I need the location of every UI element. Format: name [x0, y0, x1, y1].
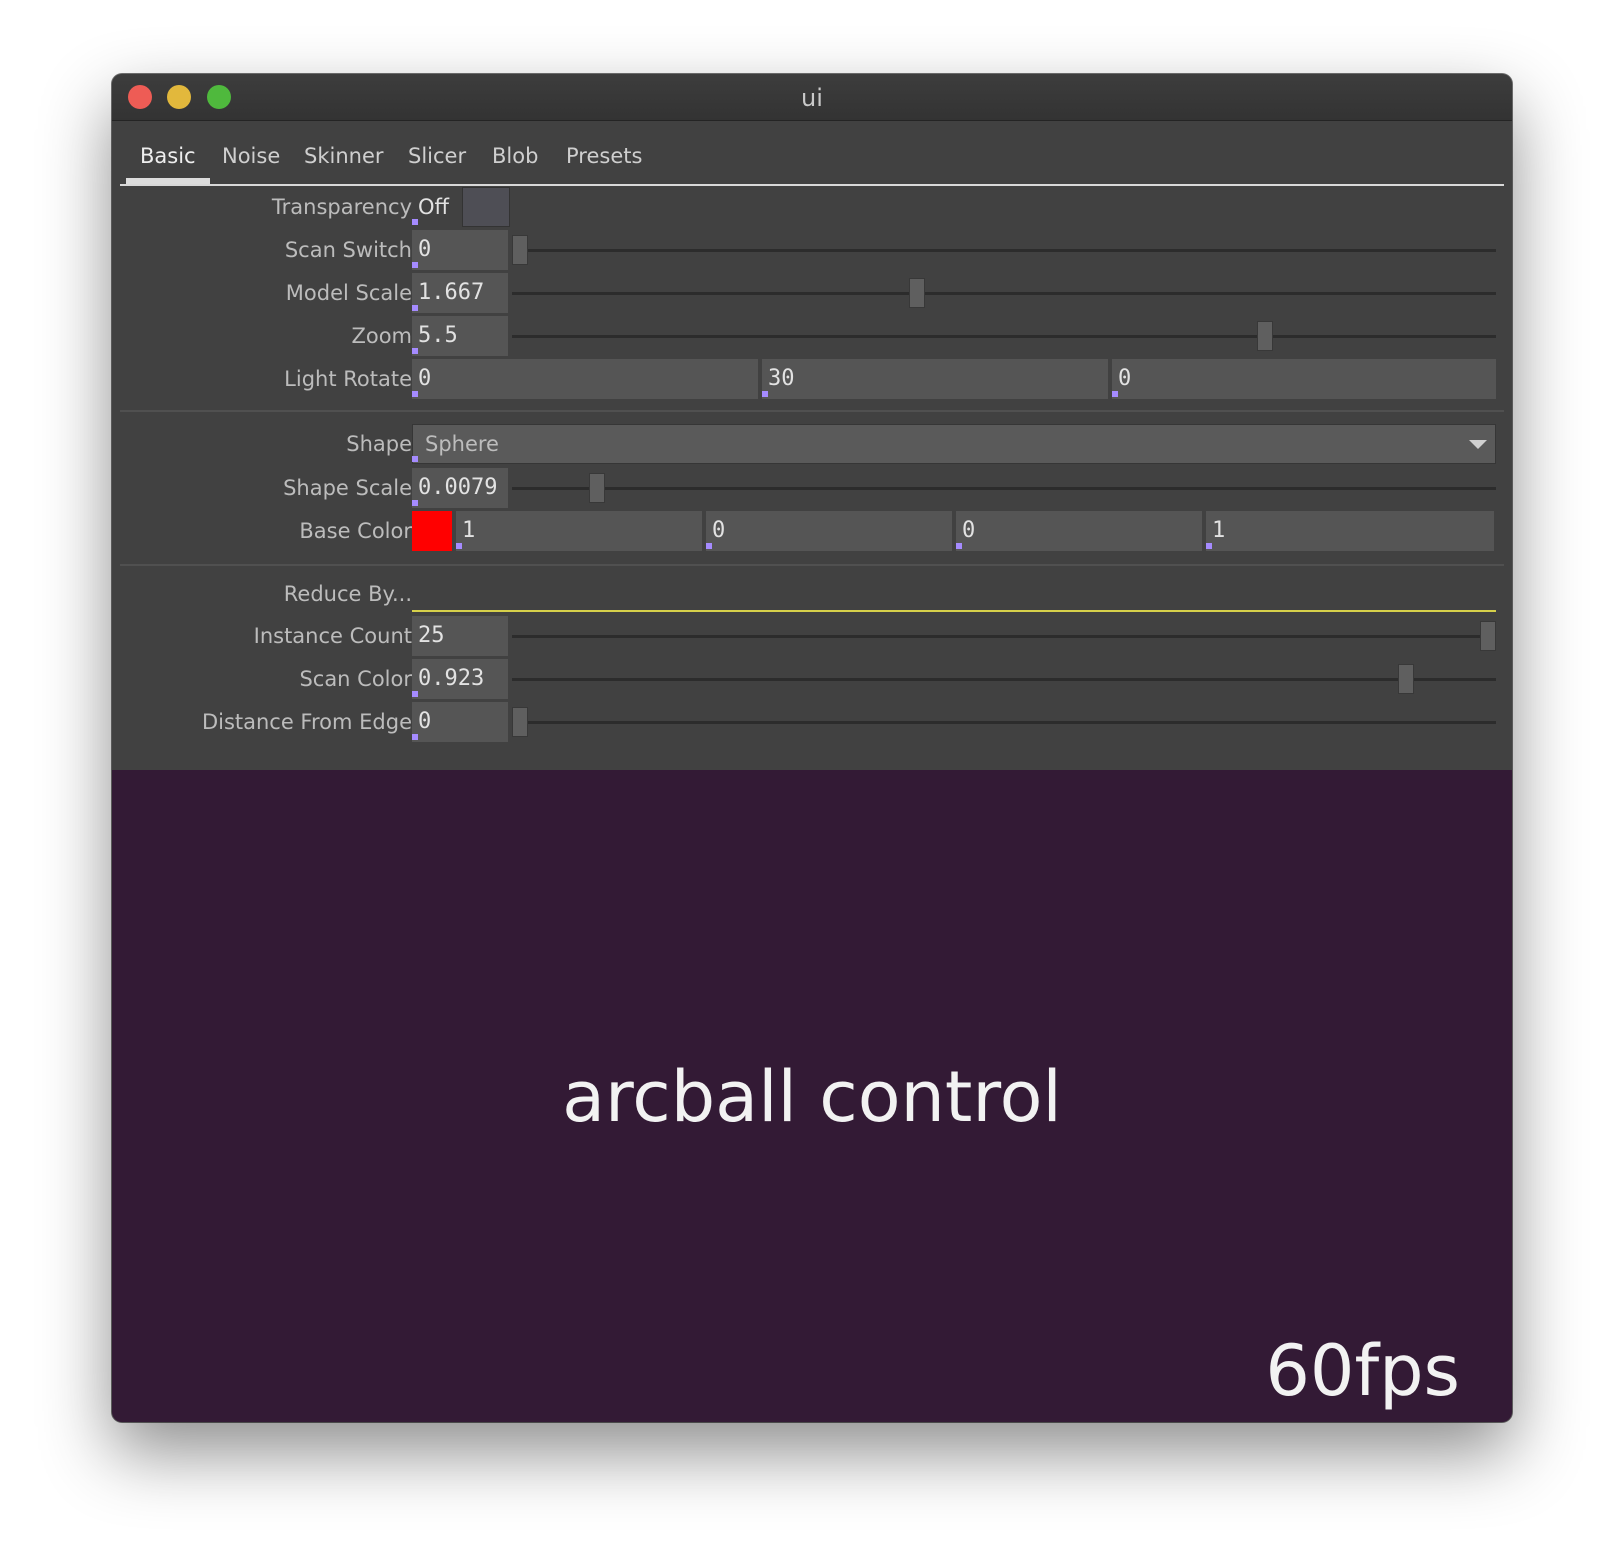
scan-color-label: Scan Color [299, 667, 412, 691]
shape-row: Shape Sphere [112, 424, 1512, 464]
render-viewport[interactable]: arcball control 60fps [112, 770, 1512, 1422]
scan-switch-row: Scan Switch 0 [112, 230, 1512, 270]
field-marker [412, 500, 418, 506]
light-rotate-z-field[interactable]: 0 [1112, 359, 1496, 399]
field-marker [1112, 391, 1118, 397]
scan-color-slider-thumb[interactable] [1397, 664, 1414, 694]
tab-bar: Basic Noise Skinner Slicer Blob Presets [120, 120, 1504, 186]
shape-scale-field[interactable]: 0.0079 [412, 468, 508, 508]
distance-from-edge-slider-thumb[interactable] [512, 707, 528, 737]
instance-count-label: Instance Count [253, 624, 412, 648]
scan-switch-field[interactable]: 0 [412, 230, 508, 270]
base-color-label: Base Color [299, 519, 412, 543]
title-bar[interactable]: ui [112, 74, 1512, 121]
field-marker [412, 219, 418, 225]
chevron-down-icon [1469, 440, 1487, 449]
shape-dropdown[interactable]: Sphere [412, 424, 1496, 464]
tab-noise[interactable]: Noise [208, 144, 294, 184]
zoom-label: Zoom [351, 324, 412, 348]
field-marker [412, 262, 418, 268]
model-scale-slider-thumb[interactable] [908, 278, 925, 308]
model-scale-row: Model Scale 1.667 [112, 273, 1512, 313]
field-marker [412, 691, 418, 697]
model-scale-slider-track[interactable] [512, 292, 1496, 295]
light-rotate-label: Light Rotate [284, 367, 412, 391]
model-scale-label: Model Scale [285, 281, 412, 305]
field-marker [412, 456, 418, 462]
fps-counter: 60fps [1265, 1330, 1460, 1412]
field-marker [412, 305, 418, 311]
section-divider [120, 410, 1504, 412]
zoom-field[interactable]: 5.5 [412, 316, 508, 356]
zoom-slider-thumb[interactable] [1257, 321, 1274, 351]
shape-scale-slider-thumb[interactable] [589, 473, 606, 503]
shape-scale-slider-track[interactable] [512, 487, 1496, 490]
field-marker [412, 348, 418, 354]
field-marker [456, 543, 462, 549]
distance-from-edge-label: Distance From Edge [201, 710, 412, 734]
base-color-row: Base Color 1 0 0 1 [112, 511, 1512, 551]
reduce-by-row: Reduce By... [112, 574, 1512, 614]
scan-switch-label: Scan Switch [284, 238, 412, 262]
instance-count-field[interactable]: 25 [412, 616, 508, 656]
scan-switch-slider-thumb[interactable] [512, 235, 528, 265]
zoom-row: Zoom 5.5 [112, 316, 1512, 356]
shape-scale-row: Shape Scale 0.0079 [112, 468, 1512, 508]
light-rotate-row: Light Rotate 0 30 0 [112, 359, 1512, 399]
base-color-swatch[interactable] [412, 511, 452, 551]
transparency-toggle-text[interactable]: Off [412, 187, 462, 227]
shape-dropdown-value: Sphere [425, 432, 499, 456]
field-marker [1206, 543, 1212, 549]
scan-color-field[interactable]: 0.923 [412, 659, 508, 699]
base-color-r-field[interactable]: 1 [456, 511, 702, 551]
zoom-slider-track[interactable] [512, 335, 1496, 338]
distance-from-edge-field[interactable]: 0 [412, 702, 508, 742]
tab-presets[interactable]: Presets [552, 144, 656, 184]
app-window: ui Basic Noise Skinner Slicer Blob Prese… [112, 74, 1512, 1422]
tab-skinner[interactable]: Skinner [290, 144, 398, 184]
light-rotate-y-field[interactable]: 30 [762, 359, 1108, 399]
tab-blob[interactable]: Blob [478, 144, 552, 184]
field-marker [706, 543, 712, 549]
base-color-g-field[interactable]: 0 [706, 511, 952, 551]
transparency-toggle[interactable] [462, 187, 510, 227]
transparency-row: Transparency Off [112, 187, 1512, 227]
distance-from-edge-slider-track[interactable] [512, 721, 1496, 724]
viewport-caption: arcball control [562, 1056, 1062, 1138]
model-scale-field[interactable]: 1.667 [412, 273, 508, 313]
window-title: ui [801, 84, 823, 112]
instance-count-slider-thumb[interactable] [1480, 621, 1496, 651]
field-marker [412, 734, 418, 740]
field-marker [956, 543, 962, 549]
field-marker [412, 391, 418, 397]
transparency-label: Transparency [271, 195, 412, 219]
shape-scale-label: Shape Scale [283, 476, 412, 500]
instance-count-row: Instance Count 25 [112, 616, 1512, 656]
scan-color-slider-track[interactable] [512, 678, 1496, 681]
reduce-by-label[interactable]: Reduce By... [284, 582, 412, 606]
tab-slicer[interactable]: Slicer [394, 144, 480, 184]
field-marker [762, 391, 768, 397]
section-divider [120, 564, 1504, 566]
distance-from-edge-row: Distance From Edge 0 [112, 702, 1512, 742]
light-rotate-x-field[interactable]: 0 [412, 359, 758, 399]
tab-basic[interactable]: Basic [126, 144, 210, 184]
reduce-by-underline [412, 610, 1496, 612]
instance-count-slider-track[interactable] [512, 635, 1496, 638]
scan-switch-slider-track[interactable] [512, 249, 1496, 252]
scan-color-row: Scan Color 0.923 [112, 659, 1512, 699]
shape-label: Shape [346, 432, 412, 456]
base-color-b-field[interactable]: 0 [956, 511, 1202, 551]
base-color-a-field[interactable]: 1 [1206, 511, 1494, 551]
